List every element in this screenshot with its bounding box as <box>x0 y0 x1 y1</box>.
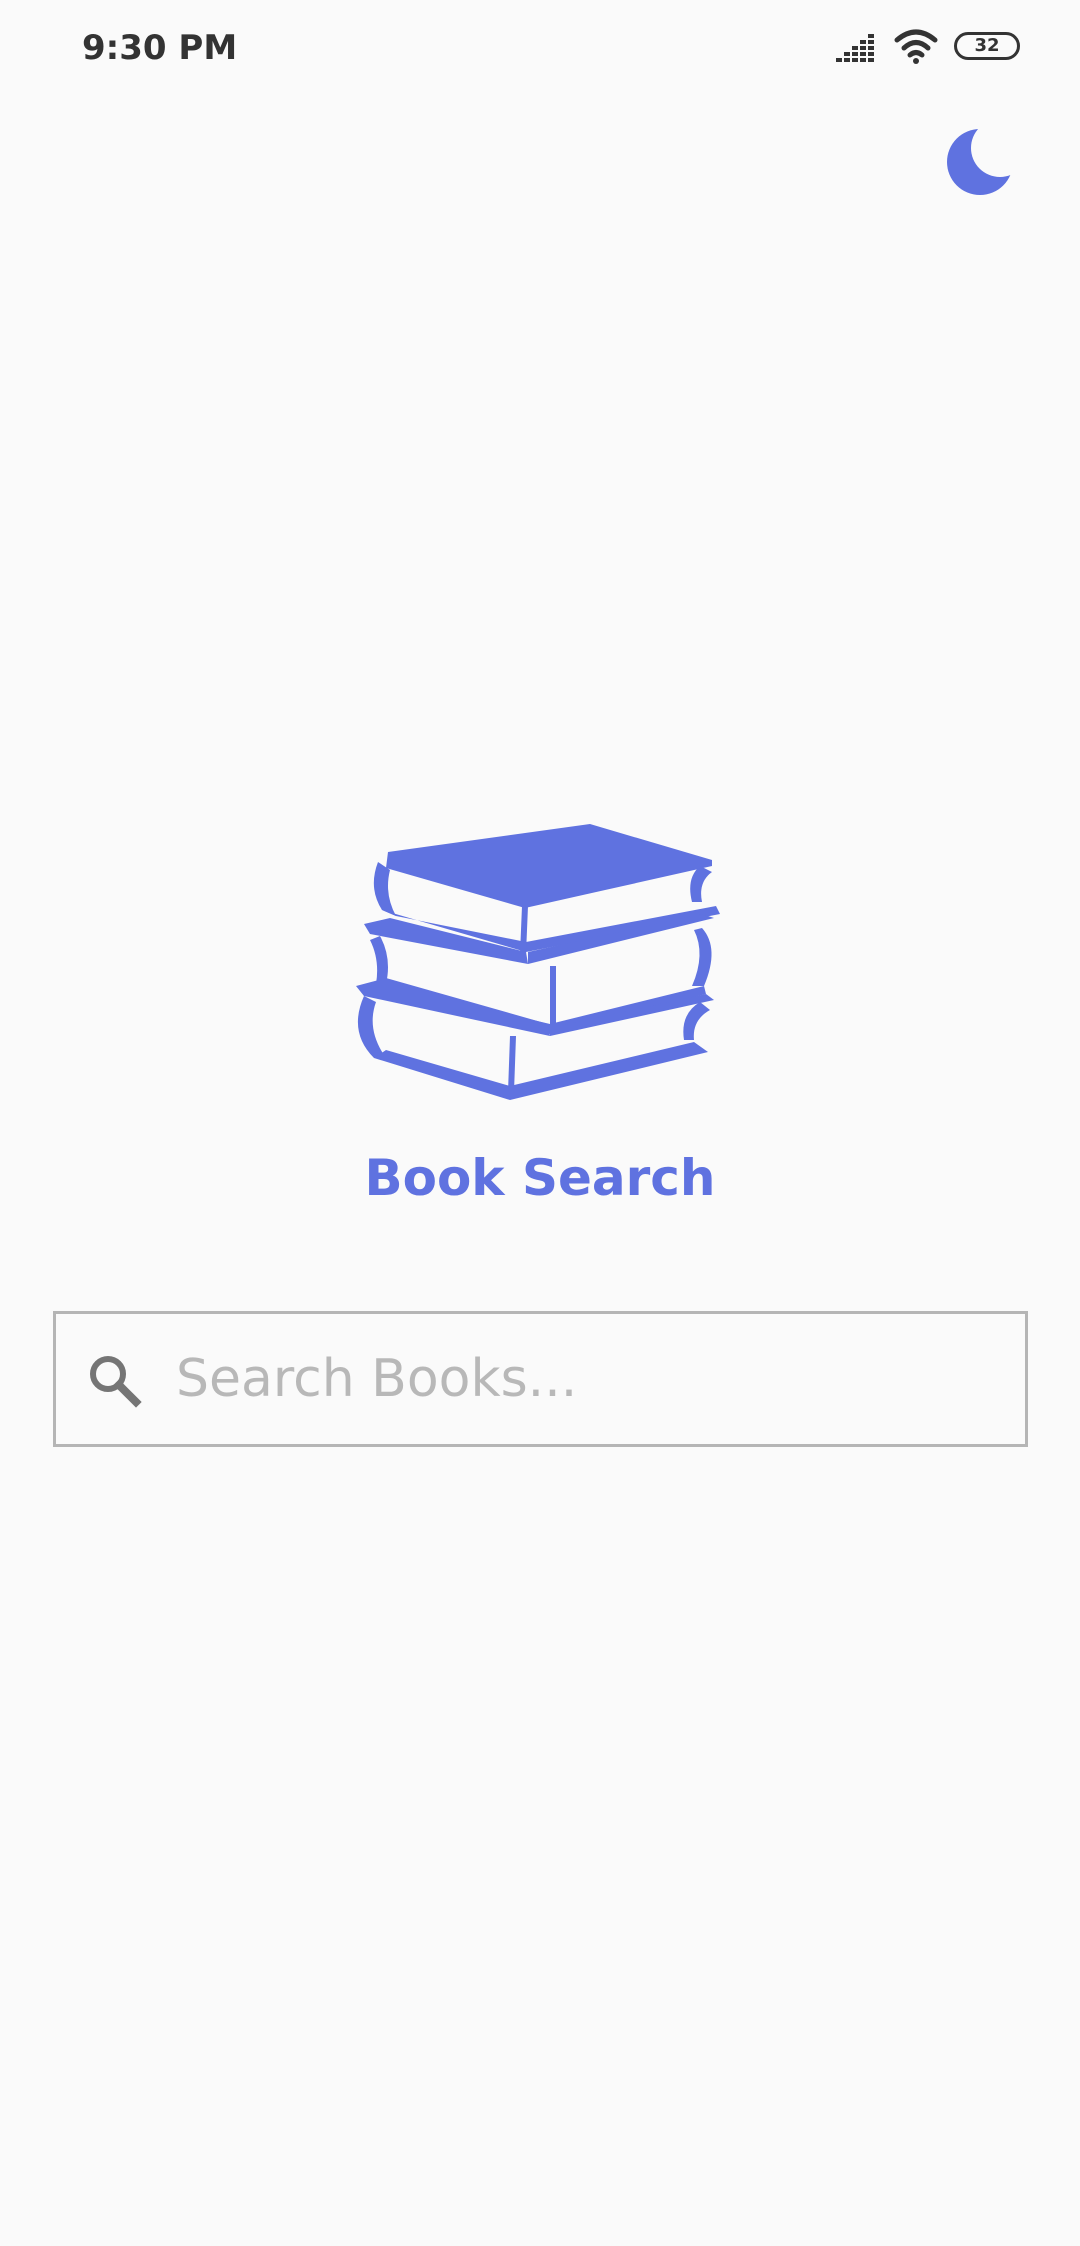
battery-level: 32 <box>974 35 1000 56</box>
moon-icon[interactable] <box>944 124 1016 196</box>
books-stack-icon <box>356 824 720 1100</box>
status-bar: 9:30 PM 32 <box>0 0 1080 96</box>
search-icon <box>90 1356 142 1408</box>
cellular-signal-icon <box>836 34 874 62</box>
app-title: Book Search <box>364 1149 716 1207</box>
wifi-icon <box>894 29 938 64</box>
status-time: 9:30 PM <box>82 28 238 68</box>
search-bar[interactable] <box>53 1311 1028 1447</box>
search-input[interactable] <box>176 1334 996 1424</box>
battery-icon: 32 <box>954 32 1020 60</box>
